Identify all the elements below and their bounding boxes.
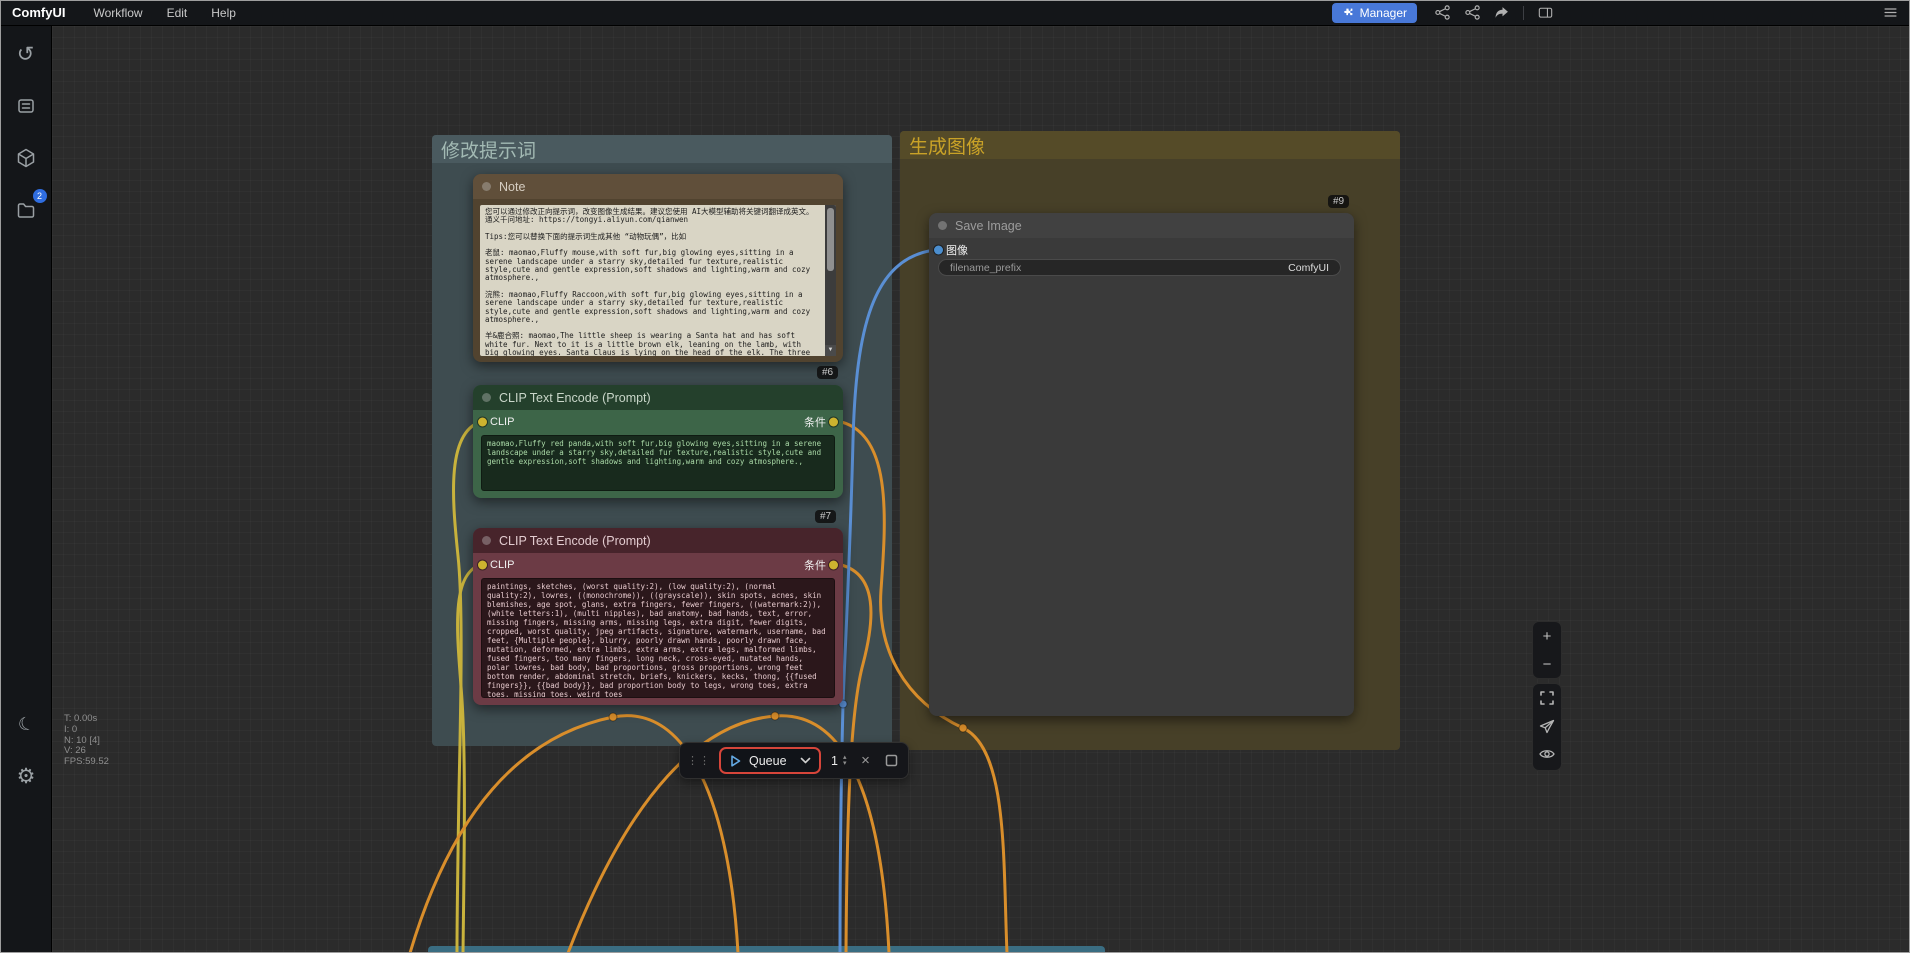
stop-icon[interactable] (882, 752, 900, 770)
collapse-dot-icon[interactable] (482, 182, 491, 191)
gear-icon: ⚙ (17, 766, 36, 787)
cube-icon (15, 147, 37, 169)
negative-prompt-textarea[interactable]: paintings, sketches, (worst quality:2), … (481, 578, 835, 698)
stat-line: I: 0 (64, 725, 109, 736)
collapse-dot-icon[interactable] (938, 221, 947, 230)
widget-label: filename_prefix (950, 262, 1021, 274)
note-scrollbar-thumb[interactable] (827, 208, 834, 271)
node-save-image-header[interactable]: Save Image (929, 213, 1354, 238)
settings-button[interactable]: ⚙ (4, 754, 48, 798)
theme-toggle-button[interactable]: ☾ (4, 702, 48, 746)
image-input-label: 图像 (946, 242, 968, 258)
node-clip-positive-title: CLIP Text Encode (Prompt) (499, 391, 651, 405)
sidebar-workflows-button[interactable]: 2 (4, 188, 48, 232)
note-textarea[interactable]: 您可以通过修改正向提示词，改变图像生成结果。建议您使用 AI大模型辅助将关键词翻… (480, 205, 836, 356)
eye-icon[interactable] (1533, 740, 1561, 768)
node-clip-negative-header[interactable]: CLIP Text Encode (Prompt) (473, 528, 843, 553)
sidebar-history-button[interactable]: ↺ (4, 32, 48, 76)
menu-workflow[interactable]: Workflow (81, 6, 154, 20)
share-nodes-icon-2[interactable] (1460, 2, 1484, 24)
node-clip-positive[interactable]: CLIP Text Encode (Prompt) CLIP 条件 maomao… (473, 385, 843, 498)
node-note-title: Note (499, 180, 525, 194)
group-generate-image-title: 生成图像 (909, 132, 985, 159)
batch-count-spinner[interactable]: 1 ▴ ▾ (829, 754, 848, 768)
drag-handle[interactable]: ⋮⋮ (687, 754, 711, 767)
puzzle-icon (1342, 7, 1354, 19)
zoom-controls: + − (1532, 621, 1562, 679)
note-scrollbar[interactable]: ▼ (825, 205, 836, 356)
queue-label: Queue (749, 754, 787, 768)
paper-plane-icon[interactable] (1533, 712, 1561, 740)
conditioning-output-dot[interactable] (829, 560, 838, 569)
view-controls (1532, 683, 1562, 771)
spinner-down-icon[interactable]: ▾ (843, 761, 847, 767)
hamburger-menu-icon[interactable] (1878, 2, 1902, 24)
image-input-dot[interactable] (934, 245, 943, 254)
group-generate-image-header[interactable]: 生成图像 (900, 131, 1400, 159)
chevron-down-icon[interactable] (800, 757, 811, 764)
moon-icon: ☾ (16, 713, 37, 735)
node-clip-negative[interactable]: CLIP Text Encode (Prompt) CLIP 条件 painti… (473, 528, 843, 705)
manager-label: Manager (1360, 6, 1407, 20)
node-clip-negative-title: CLIP Text Encode (Prompt) (499, 534, 651, 548)
history-icon: ↺ (17, 44, 35, 65)
clip-input-label: CLIP (490, 559, 514, 571)
queue-panel: ⋮⋮ Queue 1 ▴ ▾ × (679, 742, 909, 779)
sidebar: ↺ 2 ☾ ⚙ (0, 26, 52, 953)
menubar: ComfyUI Workflow Edit Help Manager (0, 0, 1910, 26)
menu-edit[interactable]: Edit (155, 6, 200, 20)
clear-queue-icon[interactable]: × (856, 752, 874, 770)
node-id-badge: #6 (817, 366, 838, 379)
node-id-badge: #7 (815, 510, 836, 523)
zoom-out-button[interactable]: − (1533, 650, 1561, 678)
node-note-header[interactable]: Note (473, 174, 843, 199)
zoom-in-button[interactable]: + (1533, 622, 1561, 650)
manager-button[interactable]: Manager (1332, 3, 1417, 23)
group-bottom-strip[interactable] (428, 946, 1105, 953)
share-nodes-icon[interactable] (1430, 2, 1454, 24)
clip-input-dot[interactable] (478, 417, 487, 426)
scroll-down-icon[interactable]: ▼ (825, 345, 836, 356)
queue-list-icon (15, 95, 37, 117)
sidebar-models-button[interactable] (4, 136, 48, 180)
batch-count-value[interactable]: 1 (831, 754, 838, 768)
queue-button[interactable]: Queue (719, 747, 821, 774)
widget-value: ComfyUI (1288, 262, 1329, 274)
workflows-badge: 2 (33, 189, 47, 203)
app-logo: ComfyUI (0, 5, 81, 20)
sidebar-queue-button[interactable] (4, 84, 48, 128)
fit-view-button[interactable] (1533, 684, 1561, 712)
node-clip-positive-header[interactable]: CLIP Text Encode (Prompt) (473, 385, 843, 410)
clip-input-dot[interactable] (478, 560, 487, 569)
node-save-image-title: Save Image (955, 219, 1022, 233)
node-note[interactable]: Note 您可以通过修改正向提示词，改变图像生成结果。建议您使用 AI大模型辅助… (473, 174, 843, 362)
stat-line: FPS:59.52 (64, 757, 109, 768)
group-edit-prompts-header[interactable]: 修改提示词 (432, 135, 892, 163)
collapse-dot-icon[interactable] (482, 393, 491, 402)
node-save-image[interactable]: Save Image 图像 filename_prefix ComfyUI (929, 213, 1354, 716)
conditioning-output-label: 条件 (804, 557, 826, 573)
group-edit-prompts-title: 修改提示词 (441, 136, 536, 163)
panel-toggle-icon[interactable] (1533, 2, 1557, 24)
share-arrow-icon[interactable] (1490, 2, 1514, 24)
collapse-dot-icon[interactable] (482, 536, 491, 545)
conditioning-output-dot[interactable] (829, 417, 838, 426)
folder-icon (15, 199, 37, 221)
filename-prefix-widget[interactable]: filename_prefix ComfyUI (938, 259, 1341, 276)
conditioning-output-label: 条件 (804, 414, 826, 430)
positive-prompt-textarea[interactable]: maomao,Fluffy red panda,with soft fur,bi… (481, 435, 835, 491)
perf-stats: T: 0.00s I: 0 N: 10 [4] V: 26 FPS:59.52 (64, 714, 109, 768)
menu-help[interactable]: Help (199, 6, 248, 20)
node-id-badge: #9 (1328, 195, 1349, 208)
clip-input-label: CLIP (490, 416, 514, 428)
play-icon (729, 754, 742, 768)
toolbar-divider (1523, 6, 1524, 20)
